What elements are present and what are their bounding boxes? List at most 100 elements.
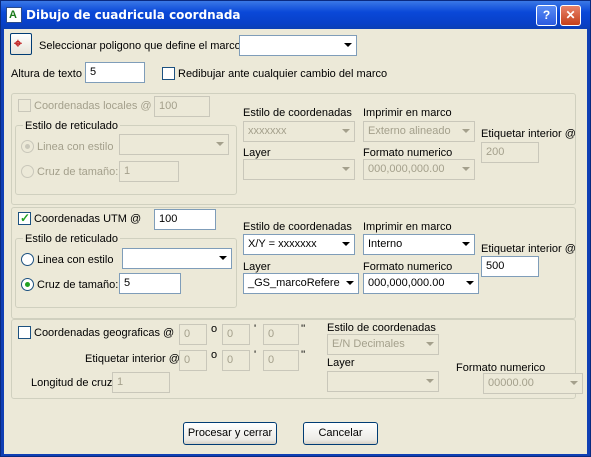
geo-deg2-input[interactable]: 0 bbox=[179, 350, 207, 371]
geo-sec1-input[interactable]: 0 bbox=[263, 324, 299, 345]
pick-polygon-button[interactable]: ⌖ bbox=[10, 33, 32, 55]
minute-mark-2: ' bbox=[254, 349, 257, 361]
chevron-down-icon bbox=[466, 281, 474, 285]
local-coord-style-label: Estilo de coordenadas bbox=[243, 107, 352, 119]
geo-coords-label: Coordenadas geograficas @ bbox=[34, 327, 175, 339]
local-print-frame-dropdown[interactable]: Externo alineado bbox=[363, 121, 475, 142]
geo-cross-length-label: Longitud de cruz bbox=[31, 377, 113, 389]
degree-mark: o bbox=[211, 323, 218, 335]
select-polygon-label: Seleccionar poligono que define el marco bbox=[39, 40, 241, 52]
local-print-frame-label: Imprimir en marco bbox=[363, 107, 452, 119]
chevron-down-icon bbox=[342, 129, 350, 133]
local-coord-style-dropdown[interactable]: xxxxxxx bbox=[243, 121, 355, 142]
utm-number-format-dropdown[interactable]: 000,000,000.00 bbox=[363, 273, 479, 294]
redraw-label: Redibujar ante cualquier cambio del marc… bbox=[178, 68, 388, 80]
geo-min1-input[interactable]: 0 bbox=[222, 324, 250, 345]
utm-layer-dropdown[interactable]: _GS_marcoRefere bbox=[243, 273, 359, 294]
process-button[interactable]: Procesar y cerrar bbox=[183, 422, 277, 445]
chevron-down-icon bbox=[342, 242, 350, 246]
dialog-body: ⌖ Seleccionar poligono que define el mar… bbox=[4, 29, 587, 454]
close-button[interactable]: ✕ bbox=[560, 5, 581, 26]
chevron-down-icon bbox=[219, 256, 227, 260]
dialog-window: A Dibujo de cuadricula coordnada ? ✕ ⌖ S… bbox=[0, 0, 591, 457]
utm-number-format-label: Formato numerico bbox=[363, 261, 453, 273]
local-spacing-input[interactable]: 100 bbox=[154, 96, 210, 117]
local-line-style-label: Linea con estilo bbox=[37, 141, 114, 153]
chevron-down-icon bbox=[342, 167, 350, 171]
cancel-button[interactable]: Cancelar bbox=[303, 422, 378, 445]
window-title: Dibujo de cuadricula coordnada bbox=[26, 8, 241, 22]
utm-cross-size-radio[interactable] bbox=[21, 278, 34, 291]
local-coords-checkbox[interactable] bbox=[18, 99, 31, 112]
geo-coord-style-value: E/N Decimales bbox=[332, 338, 405, 350]
utm-coords-checkbox[interactable]: ✓ bbox=[18, 211, 31, 225]
geo-coord-style-dropdown[interactable]: E/N Decimales bbox=[327, 334, 439, 355]
utm-coord-style-dropdown[interactable]: X/Y = xxxxxxx bbox=[243, 234, 355, 255]
utm-line-style-label: Linea con estilo bbox=[37, 254, 114, 266]
utm-print-frame-label: Imprimir en marco bbox=[363, 221, 452, 233]
geo-deg1-input[interactable]: 0 bbox=[179, 324, 207, 345]
minute-mark: ' bbox=[254, 323, 257, 335]
chevron-down-icon bbox=[216, 142, 224, 146]
text-height-input[interactable]: 5 bbox=[85, 62, 145, 83]
text-height-label: Altura de texto bbox=[11, 68, 82, 80]
geo-number-format-value: 00000.00 bbox=[488, 377, 534, 389]
utm-print-frame-value: Interno bbox=[368, 238, 403, 250]
utm-print-frame-dropdown[interactable]: Interno bbox=[363, 234, 475, 255]
utm-line-style-radio[interactable] bbox=[21, 253, 34, 266]
utm-spacing-input[interactable]: 100 bbox=[154, 209, 216, 230]
local-line-style-dropdown[interactable] bbox=[119, 134, 229, 155]
geo-number-format-dropdown[interactable]: 00000.00 bbox=[483, 373, 583, 394]
local-coord-style-value: xxxxxxx bbox=[248, 125, 287, 137]
local-layer-label: Layer bbox=[243, 147, 271, 159]
local-line-style-radio-dot bbox=[25, 144, 30, 149]
chevron-down-icon bbox=[426, 379, 434, 383]
utm-inner-label-input[interactable]: 500 bbox=[481, 256, 539, 277]
geo-layer-label: Layer bbox=[327, 357, 355, 369]
local-cross-size-radio[interactable] bbox=[21, 165, 34, 178]
local-cross-size-label: Cruz de tamaño: bbox=[37, 166, 119, 178]
geo-min2-input[interactable]: 0 bbox=[222, 350, 250, 371]
second-mark: '' bbox=[301, 323, 306, 335]
local-number-format-label: Formato numerico bbox=[363, 147, 453, 159]
utm-cross-size-input[interactable]: 5 bbox=[119, 273, 181, 294]
geo-cross-length-input[interactable]: 1 bbox=[112, 372, 170, 393]
utm-cross-size-label: Cruz de tamaño: bbox=[37, 279, 119, 291]
utm-grid-style-label: Estilo de reticulado bbox=[23, 232, 120, 246]
chevron-down-icon bbox=[344, 43, 352, 47]
app-icon-glyph: A bbox=[9, 9, 17, 21]
checkmark-icon: ✓ bbox=[20, 211, 31, 225]
utm-line-style-dropdown[interactable] bbox=[122, 248, 232, 269]
help-button[interactable]: ? bbox=[536, 5, 557, 26]
title-bar[interactable]: A Dibujo de cuadricula coordnada ? ✕ bbox=[1, 1, 590, 29]
app-icon: A bbox=[6, 7, 22, 23]
second-mark-2: '' bbox=[301, 349, 306, 361]
geo-coords-checkbox[interactable] bbox=[18, 326, 31, 339]
local-number-format-value: 000,000,000.00 bbox=[368, 163, 445, 175]
local-number-format-dropdown[interactable]: 000,000,000.00 bbox=[363, 159, 475, 180]
local-print-frame-value: Externo alineado bbox=[368, 125, 451, 137]
geo-sec2-input[interactable]: 0 bbox=[263, 350, 299, 371]
local-coords-label: Coordenadas locales @ bbox=[34, 100, 152, 112]
select-polygon-dropdown[interactable] bbox=[239, 35, 357, 56]
degree-mark-2: o bbox=[211, 349, 218, 361]
geo-coord-style-label: Estilo de coordenadas bbox=[327, 322, 436, 334]
chevron-down-icon bbox=[426, 342, 434, 346]
local-line-style-radio[interactable] bbox=[21, 140, 34, 153]
utm-coords-label: Coordenadas UTM @ bbox=[34, 213, 142, 225]
geo-inner-label-label: Etiquetar interior @ bbox=[85, 353, 180, 365]
utm-inner-label-label: Etiquetar interior @ bbox=[481, 243, 576, 255]
local-layer-dropdown[interactable] bbox=[243, 159, 355, 180]
geo-layer-dropdown[interactable] bbox=[327, 371, 439, 392]
chevron-down-icon bbox=[462, 167, 470, 171]
chevron-down-icon bbox=[462, 129, 470, 133]
local-inner-label-label: Etiquetar interior @ bbox=[481, 128, 576, 140]
utm-coord-style-value: X/Y = xxxxxxx bbox=[248, 238, 317, 250]
chevron-down-icon bbox=[462, 242, 470, 246]
local-inner-label-input[interactable]: 200 bbox=[481, 142, 539, 163]
local-cross-size-input[interactable]: 1 bbox=[119, 161, 179, 182]
local-grid-style-label: Estilo de reticulado bbox=[23, 119, 120, 133]
redraw-checkbox[interactable] bbox=[162, 67, 175, 80]
pick-polygon-icon: ⌖ bbox=[14, 35, 22, 51]
chevron-down-icon bbox=[346, 281, 354, 285]
